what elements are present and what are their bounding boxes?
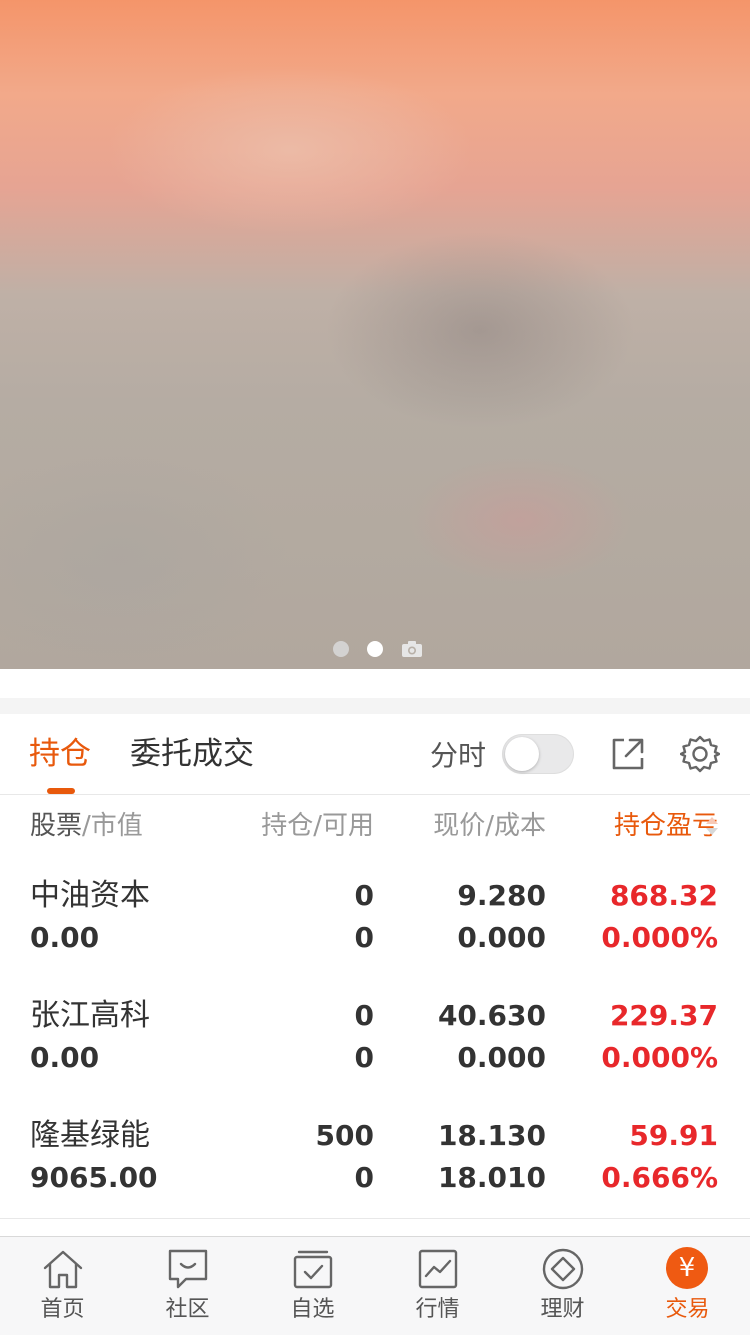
market-icon	[418, 1249, 458, 1289]
nav-home[interactable]: 首页	[0, 1237, 125, 1335]
nav-label: 交易	[665, 1297, 710, 1322]
nav-label: 首页	[40, 1297, 85, 1322]
market-value: 0.00	[30, 921, 100, 954]
community-icon	[168, 1249, 208, 1289]
holding-row[interactable]: 中油资本 0.00 0 0 9.280 0.000 868.32 0.000%	[0, 858, 750, 979]
finance-icon	[542, 1248, 584, 1290]
cost-price: 0.000	[457, 921, 546, 954]
fenshi-label: 分时	[430, 739, 487, 772]
available-qty: 0	[354, 1161, 374, 1194]
market-value: 9065.00	[30, 1161, 158, 1194]
available-qty: 0	[354, 921, 374, 954]
nav-label: 理财	[540, 1297, 585, 1322]
holdings-column-header: 股票/市值 持仓/可用 现价/成本 持仓盈亏	[0, 794, 750, 858]
position-pnl: 59.91	[629, 1119, 718, 1152]
nav-label: 社区	[165, 1297, 210, 1322]
position-pnl-pct: 0.666%	[601, 1161, 718, 1194]
fenshi-toggle[interactable]	[502, 734, 574, 774]
available-qty: 0	[354, 1041, 374, 1074]
stock-name: 隆基绿能	[30, 1118, 150, 1153]
market-value: 0.00	[30, 1041, 100, 1074]
col-price: 现价/成本	[433, 811, 546, 841]
position-tabbar: 持仓 委托成交 分时	[0, 714, 750, 795]
nav-community[interactable]: 社区	[125, 1237, 250, 1335]
position-pnl-pct: 0.000%	[601, 1041, 718, 1074]
nav-label: 自选	[290, 1297, 335, 1322]
col-stock: 股票/市值	[30, 811, 143, 841]
gear-icon[interactable]	[680, 734, 720, 774]
banner-carousel[interactable]	[0, 0, 750, 669]
home-icon	[43, 1250, 83, 1289]
hold-qty: 0	[354, 999, 374, 1032]
hold-qty: 500	[315, 1119, 374, 1152]
position-pnl: 229.37	[609, 999, 718, 1032]
nav-finance[interactable]: 理财	[500, 1237, 625, 1335]
bottom-tab-bar: 首页 社区 自选 行情 理财 ¥ 交易	[0, 1236, 750, 1335]
watchlist-icon	[293, 1250, 333, 1289]
position-pnl-pct: 0.000%	[601, 921, 718, 954]
carousel-indicator	[333, 640, 423, 658]
holding-row[interactable]: 张江高科 0.00 0 0 40.630 0.000 229.37 0.000%	[0, 978, 750, 1099]
camera-icon	[402, 641, 422, 657]
tab-holdings[interactable]: 持仓	[29, 732, 91, 776]
nav-watchlist[interactable]: 自选	[250, 1237, 375, 1335]
col-pnl-sortable[interactable]: 持仓盈亏	[614, 808, 718, 844]
stock-name: 张江高科	[30, 998, 150, 1033]
current-price: 9.280	[457, 879, 546, 912]
tab-orders[interactable]: 委托成交	[130, 732, 254, 776]
carousel-dot-active[interactable]	[367, 641, 383, 657]
section-divider	[0, 698, 750, 714]
current-price: 18.130	[437, 1119, 546, 1152]
holding-row[interactable]: 隆基绿能 9065.00 500 0 18.130 18.010 59.91 0…	[0, 1098, 750, 1219]
hold-qty: 0	[354, 879, 374, 912]
nav-label: 行情	[415, 1297, 460, 1322]
cost-price: 0.000	[457, 1041, 546, 1074]
stock-name: 中油资本	[30, 878, 150, 913]
nav-trade[interactable]: ¥ 交易	[625, 1237, 750, 1335]
sort-icon[interactable]	[704, 814, 720, 838]
trade-icon: ¥	[666, 1247, 708, 1289]
share-icon[interactable]	[610, 736, 646, 772]
cost-price: 18.010	[437, 1161, 546, 1194]
toggle-knob	[505, 737, 539, 771]
carousel-dot[interactable]	[333, 641, 349, 657]
current-price: 40.630	[437, 999, 546, 1032]
col-hold: 持仓/可用	[261, 811, 374, 841]
position-pnl: 868.32	[609, 879, 718, 912]
nav-market[interactable]: 行情	[375, 1237, 500, 1335]
